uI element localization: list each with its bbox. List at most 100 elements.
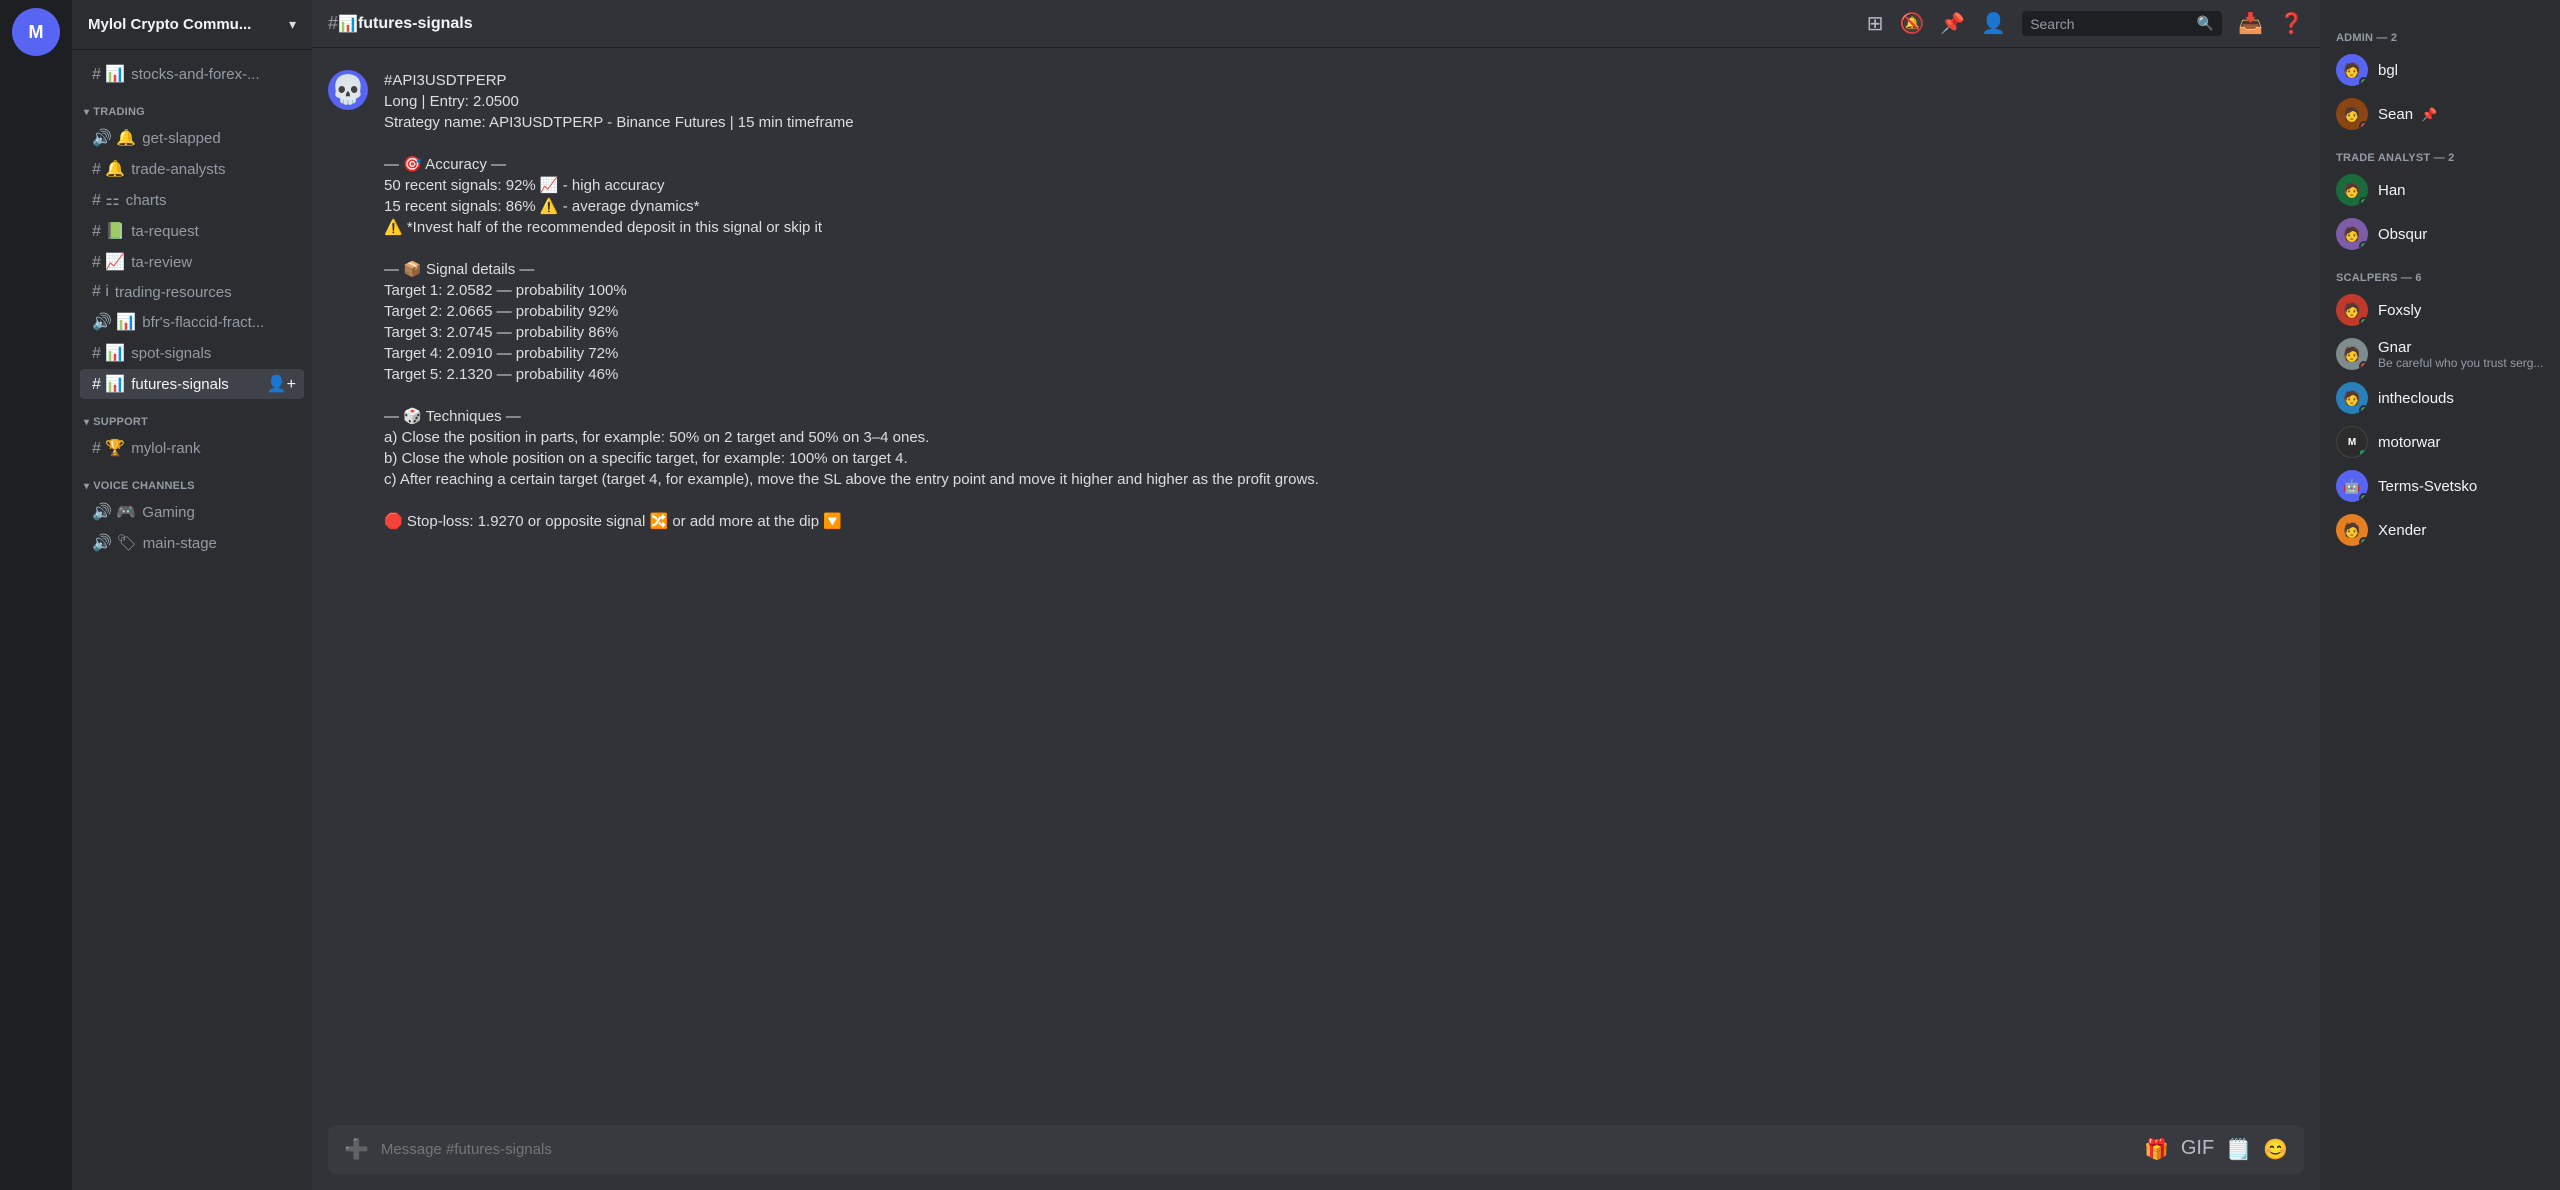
hash-tools-icon[interactable]: ⊞ — [1867, 11, 1884, 36]
status-dot-gnar — [2359, 361, 2368, 370]
avatar-terms-svetsko: 🤖 — [2336, 470, 2368, 502]
search-bar[interactable]: Search 🔍 — [2022, 11, 2222, 36]
gift-icon[interactable]: 🎁 — [2144, 1137, 2169, 1162]
add-member-icon[interactable]: 👤+ — [267, 374, 296, 394]
search-placeholder: Search — [2030, 16, 2197, 32]
channel-item-ta-request[interactable]: # 📗 ta-request — [80, 216, 304, 246]
gif-icon[interactable]: GIF — [2181, 1137, 2214, 1162]
channel-icon: 🔊 🔔 — [92, 128, 136, 148]
status-dot-han — [2359, 197, 2368, 206]
channel-icon: 🔊 🎮 — [92, 502, 136, 522]
sticker-icon[interactable]: 🗒️ — [2226, 1137, 2251, 1162]
category-voice-channels[interactable]: VOICE CHANNELS — [72, 464, 312, 496]
server-name-header[interactable]: Mylol Crypto Commu... ▾ — [72, 0, 312, 50]
channel-item-main-stage[interactable]: 🔊 🏷 main-stage — [80, 528, 304, 558]
channel-sidebar: Mylol Crypto Commu... ▾ # 📊 stocks-and-fo… — [72, 0, 312, 1190]
channel-icon: # i — [92, 283, 109, 301]
pin-icon[interactable]: 📌 — [1940, 11, 1965, 36]
channel-name-label: spot-signals — [131, 345, 296, 362]
channel-item-futures-signals[interactable]: # 📊futures-signals👤+ — [80, 369, 304, 399]
channel-name: futures-signals — [358, 15, 473, 33]
member-name-foxsly: Foxsly — [2378, 302, 2421, 319]
channel-name-label: main-stage — [143, 535, 296, 552]
channel-name-label: ta-request — [131, 223, 296, 240]
channel-item-mylol-rank[interactable]: # 🏆mylol-rank — [80, 433, 304, 463]
member-item-foxsly[interactable]: 🧑 Foxsly — [2328, 288, 2552, 332]
status-dot-obsqur — [2359, 241, 2368, 250]
channel-name-label: Gaming — [142, 504, 296, 521]
channel-item-gaming[interactable]: 🔊 🎮 Gaming — [80, 497, 304, 527]
status-dot-bgl — [2359, 77, 2368, 86]
messages-area[interactable]: 💀 #API3USDTPERP Long | Entry: 2.0500 Str… — [312, 48, 2320, 1125]
member-name-motorwar: motorwar — [2378, 434, 2441, 451]
server-icon[interactable]: M — [12, 8, 60, 56]
member-item-bgl[interactable]: 🧑 bgl — [2328, 48, 2552, 92]
channel-item-charts[interactable]: # ⚏charts — [80, 185, 304, 215]
category-trading[interactable]: TRADING — [72, 90, 312, 122]
header-tools: ⊞ 🔕 📌 👤 Search 🔍 📥 ❓ — [1867, 11, 2304, 36]
member-item-intheclouds[interactable]: 🧑 intheclouds — [2328, 376, 2552, 420]
help-icon[interactable]: ❓ — [2279, 11, 2304, 36]
channel-header: # 📊 futures-signals ⊞ 🔕 📌 👤 Search 🔍 📥 ❓ — [312, 0, 2320, 48]
category-support[interactable]: SUPPORT — [72, 400, 312, 432]
channel-item-spot-signals[interactable]: # 📊spot-signals — [80, 338, 304, 368]
member-item-sean[interactable]: 🧑 Sean 📌 — [2328, 92, 2552, 136]
channel-name-label: stocks-and-forex-... — [131, 66, 296, 83]
channel-name-label: charts — [126, 192, 296, 209]
member-item-gnar[interactable]: 🧑 Gnar Be careful who you trust serg... — [2328, 332, 2552, 376]
member-item-terms-svetsko[interactable]: 🤖 Terms-Svetsko — [2328, 464, 2552, 508]
members-icon[interactable]: 👤 — [1981, 11, 2006, 36]
channel-name-label: ta-review — [131, 254, 296, 271]
member-name-terms-svetsko: Terms-Svetsko — [2378, 478, 2477, 495]
status-dot-motorwar — [2358, 448, 2368, 458]
channel-icon: # 📊 — [92, 64, 125, 84]
member-name-gnar: Gnar — [2378, 339, 2543, 356]
server-title: Mylol Crypto Commu... — [88, 16, 251, 33]
status-dot-foxsly — [2359, 317, 2368, 326]
member-name-intheclouds: intheclouds — [2378, 390, 2454, 407]
member-name-bgl: bgl — [2378, 62, 2398, 79]
member-status-gnar: Be careful who you trust serg... — [2378, 356, 2543, 370]
channel-name-label: mylol-rank — [131, 440, 296, 457]
avatar-han: 🧑 — [2336, 174, 2368, 206]
main-content: # 📊 futures-signals ⊞ 🔕 📌 👤 Search 🔍 📥 ❓… — [312, 0, 2320, 1190]
inbox-icon[interactable]: 📥 — [2238, 11, 2263, 36]
channel-icon: 🔊 📊 — [92, 312, 136, 332]
member-name-sean: Sean 📌 — [2378, 106, 2437, 123]
avatar-intheclouds: 🧑 — [2336, 382, 2368, 414]
channel-item-stocks-and-forex----[interactable]: # 📊 stocks-and-forex-... — [80, 59, 304, 89]
channel-name-label: bfr's-flaccid-fract... — [142, 314, 296, 331]
avatar-motorwar: M — [2336, 426, 2368, 458]
avatar-sean: 🧑 — [2336, 98, 2368, 130]
channel-item-trading-resources[interactable]: # itrading-resources — [80, 278, 304, 306]
message-input[interactable] — [381, 1141, 2132, 1158]
member-item-obsqur[interactable]: 🧑 Obsqur — [2328, 212, 2552, 256]
channel-icon: # 📗 — [92, 221, 125, 241]
channel-bar-icon: 📊 — [338, 14, 358, 34]
bot-avatar: 💀 — [328, 70, 368, 110]
message-text: #API3USDTPERP Long | Entry: 2.0500 Strat… — [384, 72, 1319, 530]
channel-name-label: futures-signals — [131, 376, 266, 393]
channel-item-trade-analysts[interactable]: # 🔔trade-analysts — [80, 154, 304, 184]
skull-icon: 💀 — [331, 76, 366, 104]
member-item-han[interactable]: 🧑 Han — [2328, 168, 2552, 212]
status-dot-sean — [2359, 121, 2368, 130]
message-content: #API3USDTPERP Long | Entry: 2.0500 Strat… — [384, 70, 2304, 532]
channel-item-ta-review[interactable]: # 📈 ta-review — [80, 247, 304, 277]
plus-icon[interactable]: ➕ — [344, 1137, 369, 1162]
search-icon: 🔍 — [2197, 15, 2214, 32]
member-item-xender[interactable]: 🧑 Xender — [2328, 508, 2552, 552]
trade-analyst-category: TRADE ANALYST — 2 — [2336, 152, 2544, 164]
member-item-motorwar[interactable]: M motorwar — [2328, 420, 2552, 464]
bell-icon[interactable]: 🔕 — [1899, 11, 1924, 36]
avatar-xender: 🧑 — [2336, 514, 2368, 546]
channel-icon: 🔊 🏷 — [92, 533, 137, 553]
member-name-xender: Xender — [2378, 522, 2426, 539]
avatar-gnar: 🧑 — [2336, 338, 2368, 370]
channel-icon: # 📈 — [92, 252, 125, 272]
channel-item-bfr-s-flaccid-fract---[interactable]: 🔊 📊 bfr's-flaccid-fract... — [80, 307, 304, 337]
emoji-icon[interactable]: 😊 — [2263, 1137, 2288, 1162]
channel-icon: # 🔔 — [92, 159, 125, 179]
message-input-box: ➕ 🎁 GIF 🗒️ 😊 — [328, 1125, 2304, 1174]
channel-item-get-slapped[interactable]: 🔊 🔔get-slapped — [80, 123, 304, 153]
